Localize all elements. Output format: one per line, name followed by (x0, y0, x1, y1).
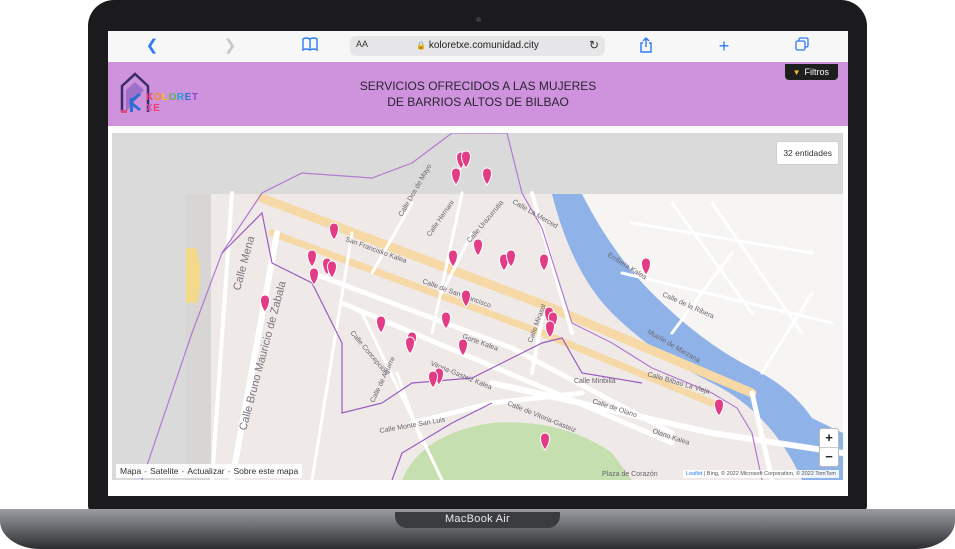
zoom-out-button[interactable]: − (820, 448, 838, 466)
lock-icon: 🔒 (416, 41, 427, 50)
entity-count: 32 entidades (776, 141, 839, 165)
zoom-control: + − (819, 428, 839, 467)
camera-icon (476, 17, 481, 22)
filters-button-label: Filtros (804, 67, 830, 77)
koloretxe-logo[interactable]: KOLORETXE (120, 70, 200, 118)
map-marker[interactable] (482, 167, 492, 186)
map-label: Calle Miribilla (574, 378, 616, 385)
caret-down-icon: ▼ (792, 68, 801, 77)
page-title-line2: DE BARRIOS ALTOS DE BILBAO (387, 95, 569, 109)
share-icon[interactable] (636, 37, 656, 55)
browser-toolbar: ❮ ❯ AA 🔒 koloretxe.comunidad.city ↻ + (108, 31, 848, 63)
zoom-in-button[interactable]: + (820, 429, 838, 448)
map-marker[interactable] (451, 167, 461, 186)
device-label: MacBook Air (444, 513, 511, 525)
map-canvas[interactable]: Calle Mena Calle Bruno Mauricio de Zabal… (112, 133, 843, 480)
url-text: 🔒 koloretxe.comunidad.city (350, 40, 605, 51)
map-mode-button[interactable]: Mapa (120, 466, 141, 476)
about-map-link[interactable]: Sobre este mapa (233, 466, 298, 476)
leaflet-link[interactable]: Leaflet (686, 471, 703, 477)
filters-button[interactable]: ▼ Filtros (784, 64, 838, 80)
map-attribution: Leaflet | Bing, © 2022 Microsoft Corpora… (682, 470, 839, 478)
attribution-text: | Bing, © 2022 Microsoft Corporation, © … (702, 471, 836, 477)
back-icon[interactable]: ❮ (142, 37, 162, 55)
satellite-mode-button[interactable]: Satelite (150, 466, 178, 476)
map-label: Plaza de Corazón (602, 471, 658, 478)
logo-text: KOLORETXE (146, 92, 199, 114)
tabs-icon[interactable] (792, 37, 812, 55)
map-controls: Mapa - Satelite - Actualizar - Sobre este mapa (116, 464, 303, 478)
add-tab-icon[interactable]: + (714, 37, 734, 55)
url-value: koloretxe.comunidad.city (428, 40, 539, 51)
forward-icon[interactable]: ❯ (220, 37, 240, 55)
page-title-line1: SERVICIOS OFRECIDOS A LAS MUJERES (359, 79, 597, 93)
reload-icon[interactable]: ↻ (589, 38, 599, 52)
refresh-button[interactable]: Actualizar (187, 466, 224, 476)
page-title: SERVICIOS OFRECIDOS A LAS MUJERES DE BAR… (348, 78, 608, 110)
bookmarks-icon[interactable] (300, 37, 320, 55)
site-header: KOLORETXE SERVICIOS OFRECIDOS A LAS MUJE… (108, 62, 848, 126)
map[interactable]: Calle Mena Calle Bruno Mauricio de Zabal… (112, 133, 843, 480)
address-bar[interactable]: AA 🔒 koloretxe.comunidad.city ↻ (350, 36, 605, 56)
screen: ❮ ❯ AA 🔒 koloretxe.comunidad.city ↻ + KO… (108, 31, 848, 496)
